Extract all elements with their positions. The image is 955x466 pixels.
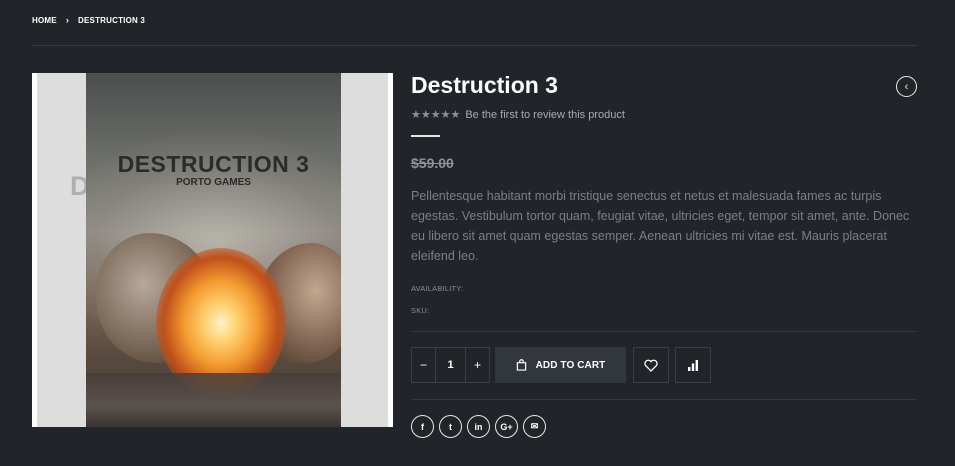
game-cover: DESTRUCTION 3 PORTO GAMES — [86, 73, 341, 427]
divider — [411, 399, 917, 400]
linkedin-icon[interactable]: in — [467, 415, 490, 438]
cover-subtitle: PORTO GAMES — [176, 177, 251, 188]
sku-label: SKU: — [411, 306, 430, 315]
product-title: Destruction 3 — [411, 72, 558, 98]
wishlist-button[interactable] — [633, 347, 669, 383]
divider — [411, 331, 917, 332]
star-icon: ★★★★★ — [411, 109, 461, 121]
product-image[interactable]: DESTRUCTION 3 PORTO GAMES DESTRUCTION 3 … — [32, 73, 393, 427]
bag-icon — [516, 359, 526, 371]
add-to-cart-button[interactable]: ADD TO CART — [495, 347, 626, 383]
top-divider — [32, 45, 917, 46]
product-price: $59.00 — [411, 155, 454, 171]
heart-icon — [644, 359, 658, 372]
breadcrumb-current: DESTRUCTION 3 — [78, 15, 146, 25]
cover-ground — [86, 373, 341, 427]
availability-label: AVAILABILITY: — [411, 284, 464, 293]
compare-button[interactable] — [675, 347, 711, 383]
quantity-increase-button[interactable]: + — [466, 348, 489, 382]
add-to-cart-label: ADD TO CART — [535, 359, 606, 371]
chevron-right-icon: › — [65, 15, 70, 25]
title-underline — [411, 135, 440, 137]
product-description: Pellentesque habitant morbi tristique se… — [411, 189, 910, 263]
product-rating: ★★★★★ Be the first to review this produc… — [411, 108, 625, 122]
breadcrumb: HOME › DESTRUCTION 3 — [32, 15, 145, 25]
breadcrumb-home-link[interactable]: HOME — [32, 16, 57, 25]
bar-chart-icon — [688, 360, 698, 371]
quantity-decrease-button[interactable]: − — [412, 348, 435, 382]
review-link[interactable]: Be the first to review this product — [465, 109, 625, 121]
email-icon[interactable]: ✉ — [523, 415, 546, 438]
twitter-icon[interactable]: t — [439, 415, 462, 438]
googleplus-icon[interactable]: G+ — [495, 415, 518, 438]
share-links: f t in G+ ✉ — [411, 415, 551, 438]
quantity-input[interactable]: 1 — [435, 348, 466, 382]
chevron-left-icon[interactable]: ‹ — [896, 76, 917, 97]
facebook-icon[interactable]: f — [411, 415, 434, 438]
quantity-stepper: − 1 + — [411, 347, 490, 383]
cover-title: DESTRUCTION 3 — [117, 151, 310, 177]
